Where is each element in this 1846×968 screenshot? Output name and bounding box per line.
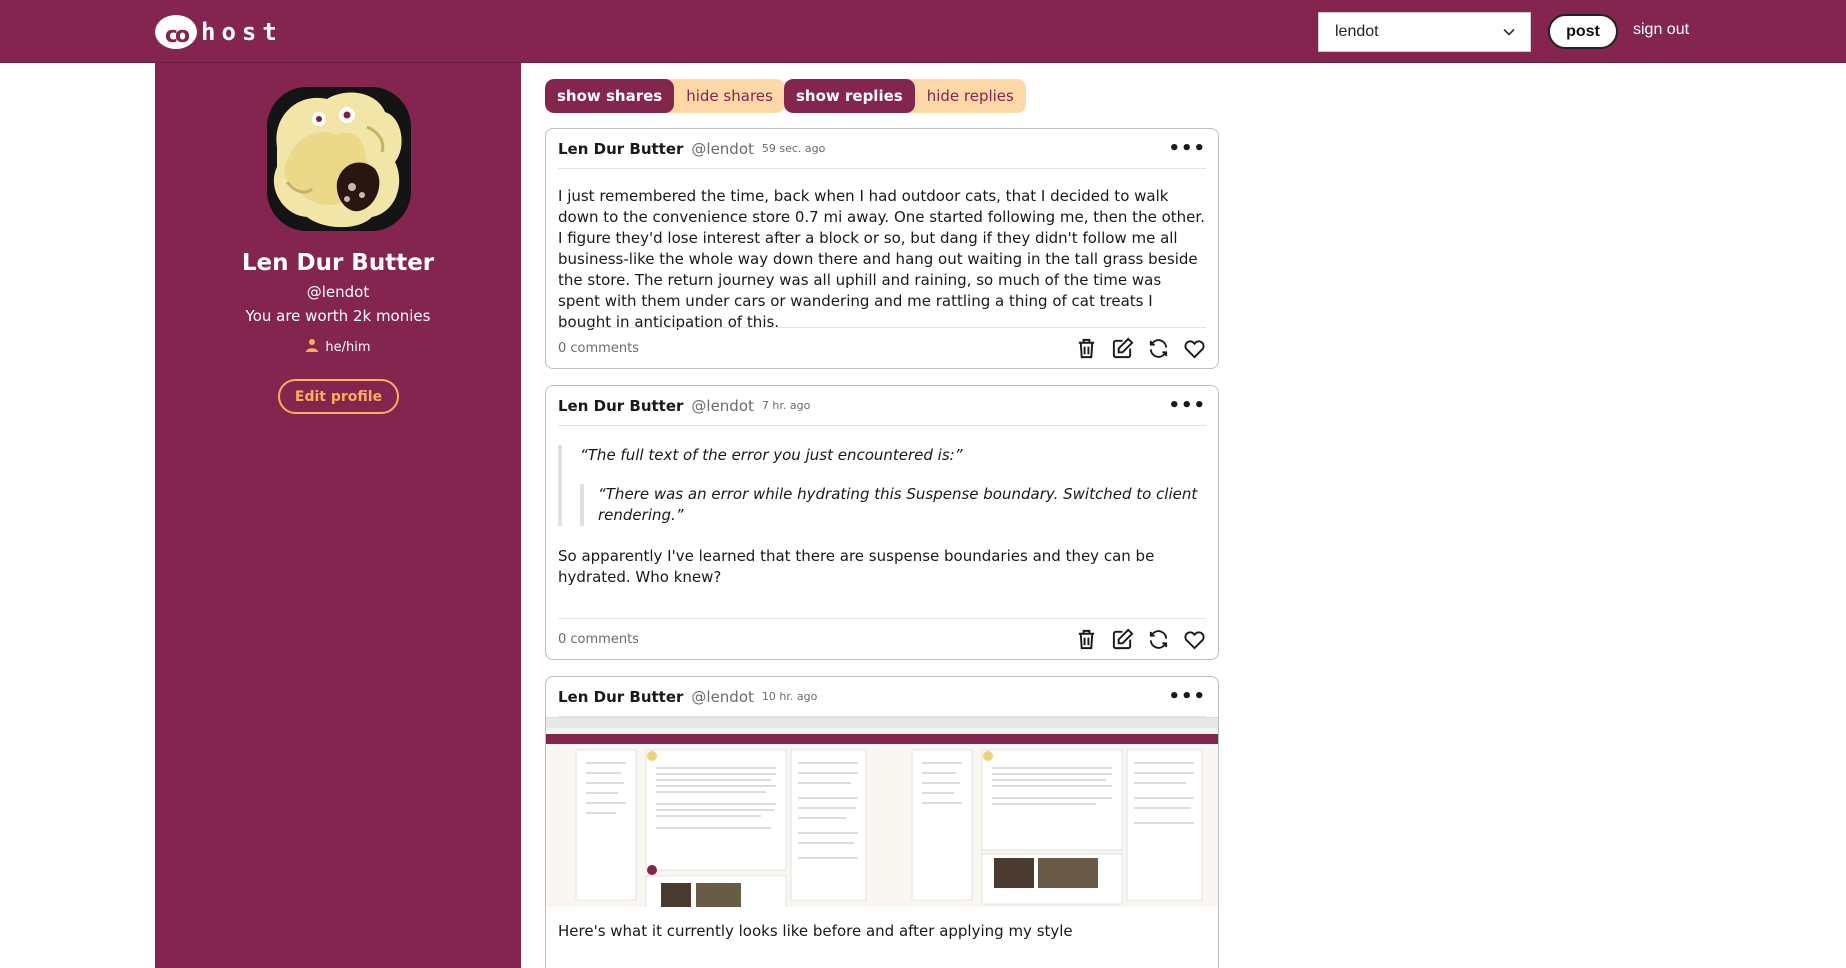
blockquote: “The full text of the error you just enc…	[558, 445, 1206, 526]
trash-icon[interactable]	[1075, 628, 1098, 651]
shares-toggle: show shares hide shares	[545, 79, 785, 113]
avatar	[267, 87, 411, 231]
show-replies-button[interactable]: show replies	[784, 79, 915, 113]
page-selector-value: lendot	[1335, 23, 1379, 40]
quote-text: “The full text of the error you just enc…	[580, 446, 963, 464]
show-shares-button[interactable]: show shares	[545, 79, 675, 113]
logo-egg: co	[155, 15, 197, 49]
heart-icon[interactable]	[1183, 628, 1206, 651]
post-author[interactable]: Len Dur Butter	[558, 688, 683, 706]
logo-text: host	[201, 18, 283, 46]
trash-icon[interactable]	[1075, 337, 1098, 360]
post-image[interactable]	[546, 717, 1218, 907]
logo-egg-text: co	[164, 22, 190, 48]
post-card: Len Dur Butter @lendot 7 hr. ago ••• “Th…	[545, 385, 1219, 660]
post-body: “The full text of the error you just enc…	[558, 445, 1206, 588]
post-handle[interactable]: @lendot	[691, 397, 753, 415]
page-selector[interactable]: lendot	[1318, 12, 1531, 52]
post-footer: 0 comments	[558, 327, 1206, 369]
post-card: Len Dur Butter @lendot 59 sec. ago ••• I…	[545, 128, 1219, 369]
post-footer: 0 comments	[558, 618, 1206, 660]
profile-handle: @lendot	[306, 283, 370, 301]
post-author[interactable]: Len Dur Butter	[558, 140, 683, 158]
edit-icon[interactable]	[1111, 337, 1134, 360]
post-timestamp[interactable]: 7 hr. ago	[762, 399, 810, 412]
post-handle[interactable]: @lendot	[691, 140, 753, 158]
profile-sidebar: Len Dur Butter @lendot You are worth 2k …	[155, 63, 521, 968]
share-icon[interactable]	[1147, 628, 1170, 651]
sign-out-link[interactable]: sign out	[1633, 21, 1689, 39]
top-bar: co host lendot post sign out	[0, 0, 1846, 63]
post-header: Len Dur Butter @lendot 7 hr. ago •••	[558, 386, 1206, 426]
post-text: So apparently I've learned that there ar…	[558, 547, 1155, 586]
more-icon[interactable]: •••	[1168, 686, 1206, 707]
hide-replies-button[interactable]: hide replies	[915, 79, 1026, 113]
nested-quote-text: “There was an error while hydrating this…	[580, 484, 1206, 526]
edit-icon[interactable]	[1111, 628, 1134, 651]
post-timestamp[interactable]: 10 hr. ago	[762, 690, 817, 703]
post-actions	[1075, 628, 1206, 651]
more-icon[interactable]: •••	[1168, 138, 1206, 159]
post-header: Len Dur Butter @lendot 10 hr. ago •••	[558, 677, 1206, 717]
post-caption: Here's what it currently looks like befo…	[558, 922, 1073, 940]
person-icon	[305, 338, 319, 356]
profile-display-name: Len Dur Butter	[241, 250, 435, 276]
post-button[interactable]: post	[1548, 14, 1618, 49]
pronouns-text: he/him	[325, 339, 371, 355]
profile-pronouns: he/him	[155, 338, 521, 356]
comments-link[interactable]: 0 comments	[558, 632, 639, 647]
post-actions	[1075, 337, 1206, 360]
edit-profile-button[interactable]: Edit profile	[278, 379, 399, 414]
replies-toggle: show replies hide replies	[784, 79, 1026, 113]
chevron-down-icon	[1502, 25, 1516, 44]
post-header: Len Dur Butter @lendot 59 sec. ago •••	[558, 129, 1206, 169]
post-handle[interactable]: @lendot	[691, 688, 753, 706]
comments-link[interactable]: 0 comments	[558, 341, 639, 356]
profile-bio: You are worth 2k monies	[245, 307, 431, 325]
post-card: Len Dur Butter @lendot 10 hr. ago ••• He…	[545, 676, 1219, 968]
post-timestamp[interactable]: 59 sec. ago	[762, 142, 826, 155]
hide-shares-button[interactable]: hide shares	[674, 79, 785, 113]
post-author[interactable]: Len Dur Butter	[558, 397, 683, 415]
heart-icon[interactable]	[1183, 337, 1206, 360]
share-icon[interactable]	[1147, 337, 1170, 360]
cohost-logo[interactable]: co host	[155, 14, 283, 50]
more-icon[interactable]: •••	[1168, 395, 1206, 416]
post-body: I just remembered the time, back when I …	[558, 187, 1205, 331]
